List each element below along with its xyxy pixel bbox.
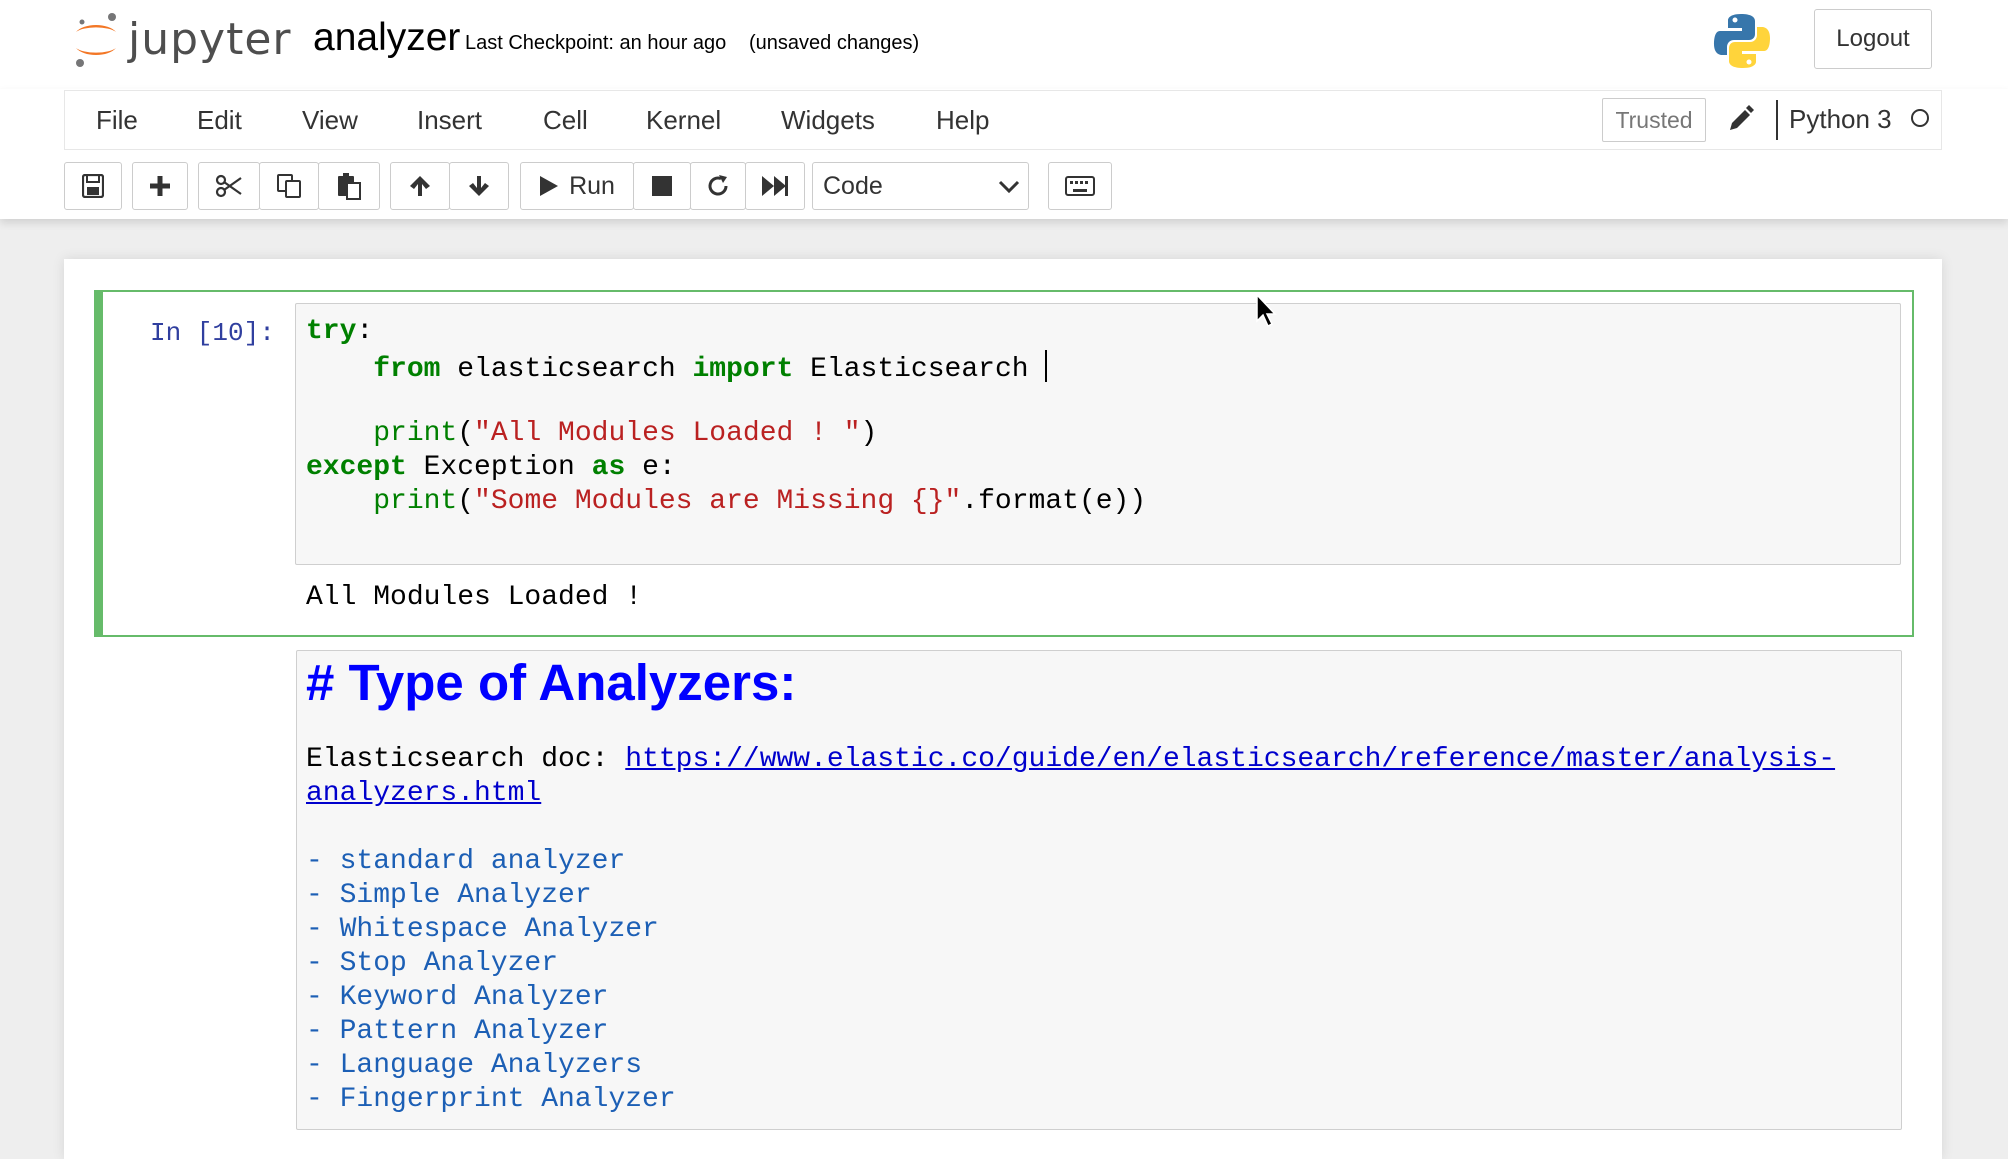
menu-help[interactable]: Help	[936, 105, 989, 136]
logout-button[interactable]: Logout	[1814, 9, 1932, 69]
trusted-indicator[interactable]: Trusted	[1602, 98, 1706, 142]
input-prompt: In [10]:	[150, 318, 275, 348]
cell-output: All Modules Loaded !	[306, 582, 643, 613]
move-down-button[interactable]	[449, 162, 509, 210]
kernel-name[interactable]: Python 3	[1789, 104, 1892, 135]
paste-button[interactable]	[318, 162, 380, 210]
restart-run-all-button[interactable]	[745, 162, 805, 210]
markdown-doc-line: analyzers.html	[306, 778, 541, 809]
list-item: - Fingerprint Analyzer	[306, 1084, 676, 1115]
markdown-doc-line: Elasticsearch doc: https://www.elastic.c…	[306, 744, 1835, 775]
move-up-button[interactable]	[390, 162, 450, 210]
jupyter-logo-icon	[72, 10, 120, 68]
interrupt-button[interactable]	[633, 162, 691, 210]
kernel-status-icon	[1911, 109, 1929, 127]
header-bar: jupyter analyzer Last Checkpoint: an hou…	[0, 0, 2008, 90]
list-item: - Simple Analyzer	[306, 880, 592, 911]
cell-type-value: Code	[823, 171, 883, 200]
doc-link[interactable]: https://www.elastic.co/guide/en/elastics…	[625, 744, 1835, 775]
restart-button[interactable]	[690, 162, 746, 210]
list-item: - Language Analyzers	[306, 1050, 643, 1081]
chevron-down-icon	[998, 175, 1020, 204]
run-button[interactable]: Run	[520, 162, 634, 210]
insert-cell-button[interactable]	[132, 162, 188, 210]
menu-kernel[interactable]: Kernel	[646, 105, 721, 136]
notebook-name[interactable]: analyzer	[313, 16, 460, 60]
cell-type-select[interactable]: Code	[812, 162, 1029, 210]
checkpoint-status: Last Checkpoint: an hour ago	[465, 32, 727, 54]
doc-label: Elasticsearch doc:	[306, 744, 626, 775]
fast-forward-icon	[761, 175, 789, 197]
list-item: - standard analyzer	[306, 846, 626, 877]
list-item: - Pattern Analyzer	[306, 1016, 609, 1047]
copy-icon	[276, 173, 302, 199]
cut-icon	[215, 174, 243, 198]
autosave-status: (unsaved changes)	[749, 32, 920, 54]
menu-view[interactable]: View	[302, 105, 358, 136]
list-item: - Stop Analyzer	[306, 948, 559, 979]
run-icon	[539, 175, 559, 197]
stop-icon	[651, 175, 673, 197]
menu-edit[interactable]: Edit	[197, 105, 242, 136]
code-line: print("Some Modules are Missing {}".form…	[373, 486, 1147, 517]
menu-widgets[interactable]: Widgets	[781, 105, 875, 136]
menu-insert[interactable]: Insert	[417, 105, 482, 136]
mouse-pointer-icon	[1255, 293, 1279, 334]
list-item: - Keyword Analyzer	[306, 982, 609, 1013]
plus-icon	[149, 175, 171, 197]
cut-button[interactable]	[198, 162, 260, 210]
list-item: - Whitespace Analyzer	[306, 914, 659, 945]
doc-link-continuation[interactable]: analyzers.html	[306, 778, 541, 809]
jupyter-logo-text: jupyter	[128, 13, 292, 65]
text-cursor	[1045, 350, 1048, 382]
arrow-up-icon	[408, 174, 432, 198]
save-icon	[82, 174, 104, 198]
code-line: except Exception as e:	[306, 452, 676, 483]
code-line: try:	[306, 316, 374, 347]
arrow-down-icon	[467, 174, 491, 198]
code-line: from elasticsearch import Elasticsearch	[306, 350, 1048, 385]
kernel-separator	[1776, 100, 1778, 140]
restart-icon	[706, 174, 730, 198]
menu-cell[interactable]: Cell	[543, 105, 588, 136]
paste-icon	[336, 172, 362, 200]
copy-button[interactable]	[259, 162, 319, 210]
edit-mode-pencil-icon	[1726, 104, 1754, 134]
markdown-heading: # Type of Analyzers:	[306, 654, 797, 711]
command-palette-button[interactable]	[1048, 162, 1112, 210]
menu-file[interactable]: File	[96, 105, 138, 136]
save-button[interactable]	[64, 162, 122, 210]
code-line: print("All Modules Loaded ! ")	[373, 418, 878, 449]
python-logo-icon	[1712, 12, 1772, 70]
keyboard-icon	[1065, 176, 1095, 196]
run-label: Run	[569, 171, 615, 200]
jupyter-logo[interactable]: jupyter	[72, 10, 292, 68]
